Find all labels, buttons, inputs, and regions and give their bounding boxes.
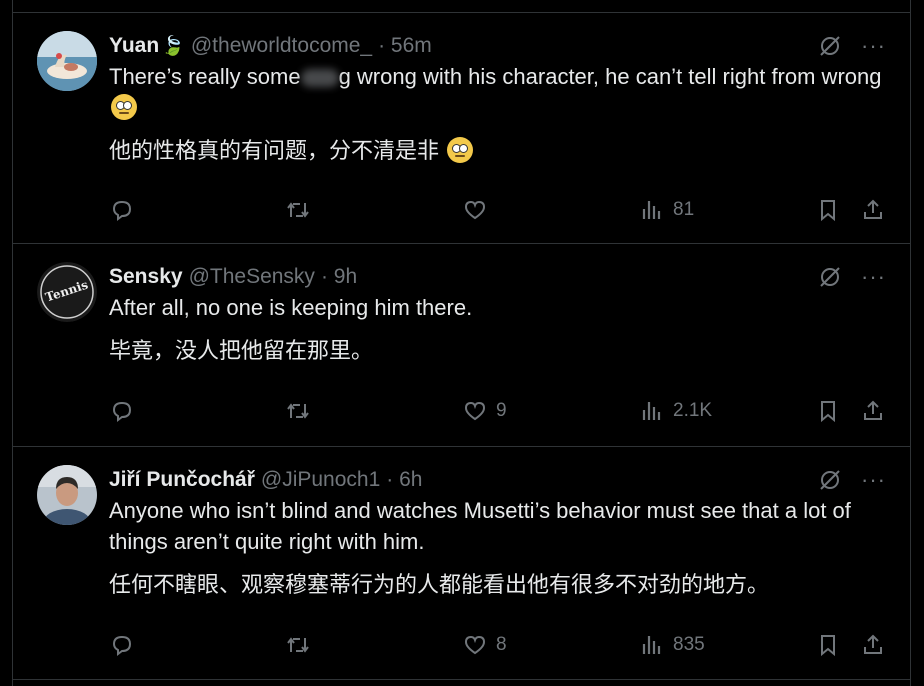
tweet-text-translation: 任何不瞎眼、观察穆塞蒂行为的人都能看出他有很多不对劲的地方。 [109, 572, 770, 597]
heart-icon [464, 200, 486, 220]
heart-icon [464, 401, 486, 421]
share-button[interactable] [860, 195, 886, 225]
eye-roll-emoji [111, 94, 137, 120]
author-handle[interactable]: @TheSensky [189, 265, 315, 289]
grok-icon[interactable] [817, 33, 843, 59]
tweet-time[interactable]: · 6h [386, 468, 422, 492]
tweet-text-translation: 毕竟，没人把他留在那里。 [109, 338, 374, 363]
blurred-text [300, 69, 339, 88]
views-icon [642, 636, 661, 654]
tweet[interactable]: Yuan 🍃 @theworldtocome_ · 56m ··· There’… [13, 13, 910, 244]
tweet-actions: 9 2.1K [109, 396, 886, 426]
tweet-text: Anyone who isn’t blind and watches Muset… [109, 498, 851, 554]
retweet-button[interactable] [285, 396, 311, 426]
bookmark-icon [821, 200, 835, 222]
more-icon[interactable]: ··· [861, 266, 886, 288]
author-handle[interactable]: @theworldtocome_ [191, 34, 372, 58]
author-handle[interactable]: @JiPunoch1 [261, 468, 380, 492]
reply-button[interactable] [109, 630, 135, 660]
author-name[interactable]: Jiří Punčochář [109, 468, 255, 492]
like-count: 8 [496, 634, 507, 655]
retweet-icon [287, 637, 309, 653]
tweet-header: Sensky @TheSensky · 9h [109, 262, 886, 292]
avatar[interactable] [37, 465, 97, 525]
tweet-actions: 81 [109, 195, 886, 225]
tweet-header: Jiří Punčochář @JiPunoch1 · 6h [109, 465, 886, 495]
tweet-text-translation: 他的性格真的有问题，分不清是非 [109, 135, 886, 166]
share-button[interactable] [860, 630, 886, 660]
views-count: 81 [673, 199, 695, 220]
tweet-time[interactable]: · 56m [378, 34, 432, 58]
reply-icon [112, 200, 132, 221]
bookmark-button[interactable] [815, 396, 841, 426]
retweet-icon [287, 202, 309, 218]
eye-roll-emoji [447, 137, 474, 163]
author-name[interactable]: Yuan [109, 34, 159, 58]
avatar[interactable] [37, 31, 97, 91]
more-icon[interactable]: ··· [861, 469, 886, 491]
bookmark-icon [821, 401, 835, 423]
tweet-text: There’s really some g wrong with his char… [109, 61, 886, 123]
tweet-actions: 8 835 [109, 630, 886, 660]
like-button[interactable] [462, 195, 488, 225]
bookmark-button[interactable] [815, 195, 841, 225]
views-button[interactable]: 835 [639, 630, 705, 660]
retweet-button[interactable] [285, 630, 311, 660]
bookmark-icon [821, 635, 835, 657]
like-count: 9 [496, 400, 507, 421]
tweet[interactable]: Tennis Sensky @TheSensky · 9h ··· After … [13, 244, 910, 447]
bookmark-button[interactable] [815, 630, 841, 660]
tweet-text: After all, no one is keeping him there. [109, 295, 473, 320]
like-button[interactable]: 8 [462, 630, 507, 660]
tweet-time[interactable]: · 9h [321, 265, 357, 289]
reply-icon [112, 635, 132, 656]
views-button[interactable]: 81 [639, 195, 694, 225]
views-count: 835 [673, 634, 705, 655]
share-icon [864, 634, 882, 654]
views-button[interactable]: 2.1K [639, 396, 712, 426]
reply-button[interactable] [109, 396, 135, 426]
grok-icon[interactable] [817, 467, 843, 493]
timeline-border-right [910, 0, 911, 686]
share-icon [864, 400, 882, 420]
heart-icon [464, 635, 486, 655]
tweet[interactable]: Jiří Punčochář @JiPunoch1 · 6h ··· Anyon… [13, 447, 910, 680]
views-count: 2.1K [673, 400, 713, 421]
grok-icon[interactable] [817, 264, 843, 290]
retweet-button[interactable] [285, 195, 311, 225]
avatar[interactable]: Tennis [37, 262, 97, 322]
more-icon[interactable]: ··· [861, 35, 886, 57]
leaf-emoji: 🍃 [161, 36, 185, 57]
reply-icon [112, 401, 132, 422]
tweet-header: Yuan 🍃 @theworldtocome_ · 56m [109, 31, 886, 61]
reply-button[interactable] [109, 195, 135, 225]
share-icon [864, 199, 882, 219]
retweet-icon [287, 403, 309, 419]
views-icon [642, 402, 661, 420]
share-button[interactable] [860, 396, 886, 426]
views-icon [642, 201, 661, 219]
like-button[interactable]: 9 [462, 396, 507, 426]
author-name[interactable]: Sensky [109, 265, 183, 289]
